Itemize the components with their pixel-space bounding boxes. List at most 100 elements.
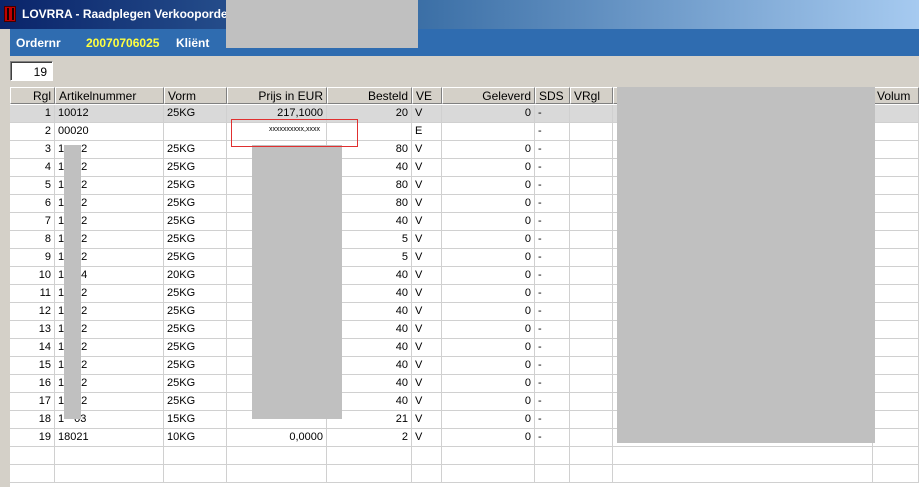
table-cell[interactable]: - <box>535 375 570 393</box>
table-cell[interactable]: - <box>535 411 570 429</box>
table-cell[interactable] <box>227 465 327 483</box>
table-cell[interactable] <box>570 231 613 249</box>
table-cell[interactable]: 0 <box>442 429 535 447</box>
table-cell[interactable]: 0 <box>442 393 535 411</box>
table-cell[interactable]: V <box>412 375 442 393</box>
table-cell[interactable]: 00020 <box>55 123 164 141</box>
table-cell[interactable]: 25KG <box>164 159 227 177</box>
table-cell[interactable] <box>873 393 919 411</box>
table-cell[interactable]: 25KG <box>164 285 227 303</box>
table-cell[interactable] <box>570 195 613 213</box>
table-cell[interactable]: 0 <box>442 195 535 213</box>
table-cell[interactable] <box>873 123 919 141</box>
table-cell[interactable] <box>873 447 919 465</box>
table-cell[interactable]: 25KG <box>164 231 227 249</box>
table-cell[interactable] <box>55 447 164 465</box>
table-cell[interactable]: 2 <box>10 123 55 141</box>
table-cell[interactable] <box>570 321 613 339</box>
table-cell[interactable] <box>873 141 919 159</box>
column-header[interactable]: Artikelnummer <box>55 87 164 104</box>
price-edit-cell[interactable]: xxxxxxxxxx,xxxx <box>231 119 358 147</box>
table-cell[interactable]: - <box>535 195 570 213</box>
table-cell[interactable] <box>570 285 613 303</box>
table-cell[interactable] <box>535 447 570 465</box>
table-cell[interactable]: V <box>412 249 442 267</box>
table-cell[interactable] <box>873 285 919 303</box>
table-cell[interactable]: 20KG <box>164 267 227 285</box>
table-cell[interactable]: 25KG <box>164 357 227 375</box>
table-cell[interactable]: 0 <box>442 267 535 285</box>
table-cell[interactable]: 10KG <box>164 429 227 447</box>
table-cell[interactable] <box>570 357 613 375</box>
column-header[interactable]: VE <box>412 87 442 104</box>
column-header[interactable]: Rgl <box>10 87 55 104</box>
table-cell[interactable]: 0 <box>442 321 535 339</box>
table-cell[interactable]: 0 <box>442 375 535 393</box>
table-cell[interactable]: 15KG <box>164 411 227 429</box>
table-cell[interactable]: 0 <box>442 159 535 177</box>
table-cell[interactable] <box>164 465 227 483</box>
table-cell[interactable]: 0 <box>442 249 535 267</box>
table-cell[interactable]: - <box>535 123 570 141</box>
table-cell[interactable] <box>535 465 570 483</box>
table-cell[interactable]: 0 <box>442 357 535 375</box>
column-header[interactable]: Volum <box>873 87 919 104</box>
table-cell[interactable] <box>442 123 535 141</box>
table-cell[interactable]: 3 <box>10 141 55 159</box>
table-cell[interactable]: V <box>412 159 442 177</box>
table-cell[interactable]: 25KG <box>164 249 227 267</box>
table-cell[interactable] <box>873 159 919 177</box>
table-cell[interactable] <box>873 177 919 195</box>
table-cell[interactable]: 14 <box>10 339 55 357</box>
table-cell[interactable]: V <box>412 357 442 375</box>
table-cell[interactable]: 12 <box>10 303 55 321</box>
table-cell[interactable]: - <box>535 303 570 321</box>
table-cell[interactable]: - <box>535 339 570 357</box>
table-cell[interactable] <box>570 249 613 267</box>
table-cell[interactable]: 13 <box>10 321 55 339</box>
table-cell[interactable] <box>873 249 919 267</box>
column-header[interactable]: Besteld <box>327 87 412 104</box>
table-cell[interactable] <box>873 411 919 429</box>
table-cell[interactable]: 0 <box>442 177 535 195</box>
table-cell[interactable]: - <box>535 177 570 195</box>
table-cell[interactable] <box>570 375 613 393</box>
column-header[interactable]: VRgl <box>570 87 613 104</box>
table-cell[interactable] <box>873 465 919 483</box>
table-cell[interactable]: 25KG <box>164 393 227 411</box>
table-cell[interactable] <box>570 411 613 429</box>
table-cell[interactable]: 8 <box>10 231 55 249</box>
column-header[interactable]: Geleverd <box>442 87 535 104</box>
table-cell[interactable]: 15 <box>10 357 55 375</box>
table-cell[interactable] <box>873 339 919 357</box>
table-cell[interactable]: V <box>412 339 442 357</box>
table-cell[interactable]: - <box>535 105 570 123</box>
table-cell[interactable]: 25KG <box>164 177 227 195</box>
table-cell[interactable]: V <box>412 285 442 303</box>
table-cell[interactable]: 11 <box>10 285 55 303</box>
table-cell[interactable]: V <box>412 321 442 339</box>
table-cell[interactable] <box>873 231 919 249</box>
table-cell[interactable] <box>570 159 613 177</box>
row-count-field[interactable]: 19 <box>10 61 53 81</box>
table-cell[interactable]: V <box>412 393 442 411</box>
table-cell[interactable]: 5 <box>10 177 55 195</box>
table-cell[interactable]: 25KG <box>164 141 227 159</box>
table-cell[interactable]: V <box>412 231 442 249</box>
table-cell[interactable]: 0 <box>442 231 535 249</box>
table-cell[interactable] <box>873 105 919 123</box>
table-cell[interactable]: 7 <box>10 213 55 231</box>
table-cell[interactable]: 25KG <box>164 321 227 339</box>
table-cell[interactable]: V <box>412 177 442 195</box>
column-header[interactable]: Vorm <box>164 87 227 104</box>
table-cell[interactable]: - <box>535 393 570 411</box>
table-cell[interactable] <box>227 447 327 465</box>
table-cell[interactable]: 4 <box>10 159 55 177</box>
table-cell[interactable] <box>570 465 613 483</box>
table-cell[interactable]: V <box>412 429 442 447</box>
table-cell[interactable] <box>570 105 613 123</box>
table-cell[interactable] <box>570 213 613 231</box>
table-cell[interactable] <box>164 447 227 465</box>
table-cell[interactable]: - <box>535 249 570 267</box>
table-cell[interactable] <box>873 429 919 447</box>
